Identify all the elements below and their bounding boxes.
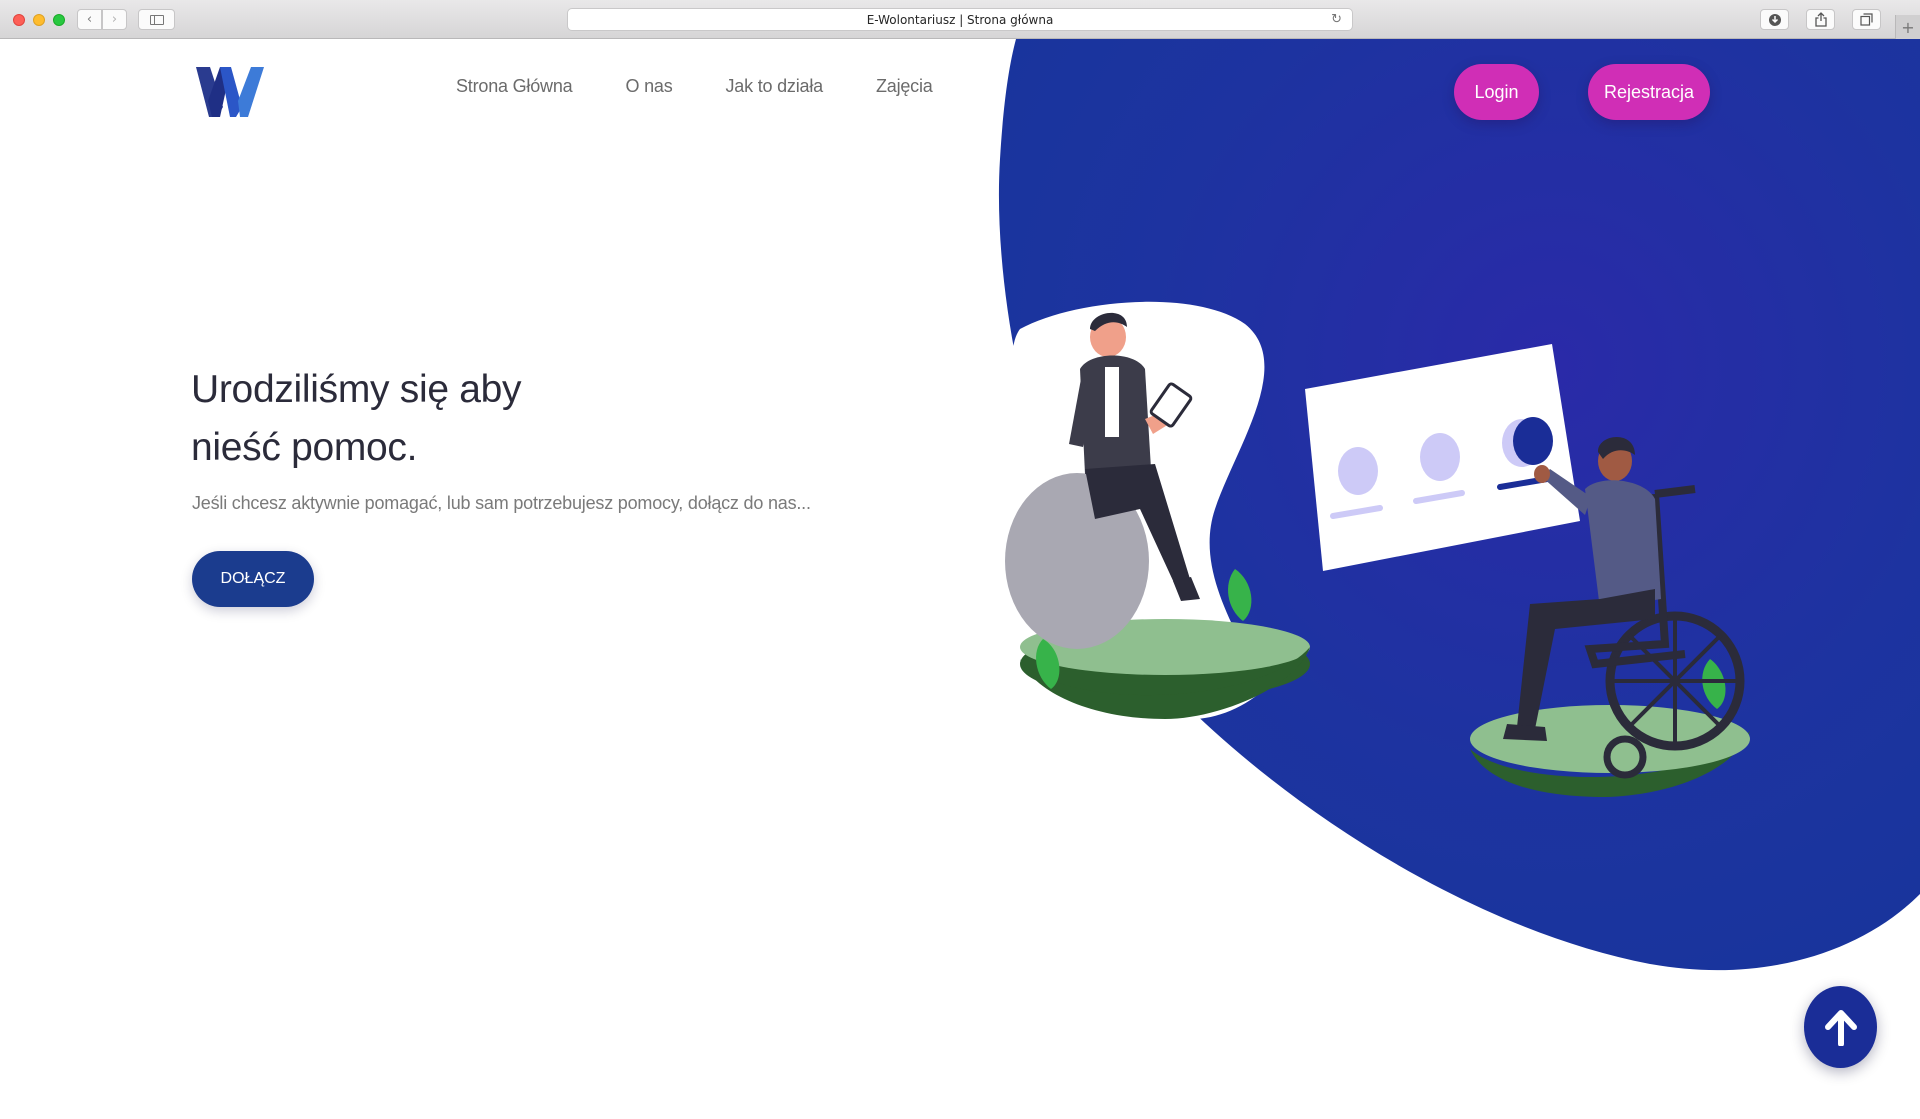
page-viewport: Strona Główna O nas Jak to działa Zajęci…	[0, 39, 1920, 1119]
hero-title-line-2: nieść pomoc.	[191, 426, 418, 469]
nav-item-o-nas[interactable]: O nas	[625, 76, 672, 97]
main-nav: Strona Główna O nas Jak to działa Zajęci…	[456, 76, 933, 97]
nav-item-strona-glowna[interactable]: Strona Główna	[456, 76, 573, 97]
arrow-up-icon	[1824, 1010, 1857, 1046]
minimize-window-button[interactable]	[33, 14, 45, 26]
join-button[interactable]: DOŁĄCZ	[192, 551, 314, 607]
reload-icon[interactable]: ↻	[1331, 13, 1342, 27]
tabs-icon[interactable]	[1852, 9, 1881, 30]
chevron-left-icon[interactable]: ‹	[77, 9, 102, 30]
nav-item-zajecia[interactable]: Zajęcia	[876, 76, 933, 97]
nav-item-jak-to-dziala[interactable]: Jak to działa	[726, 76, 824, 97]
register-button[interactable]: Rejestracja	[1588, 64, 1710, 120]
close-window-button[interactable]	[13, 14, 25, 26]
download-icon[interactable]	[1760, 9, 1789, 30]
scroll-to-top-button[interactable]	[1804, 986, 1877, 1068]
hero-illustration	[1005, 301, 1750, 797]
sidebar-icon[interactable]	[138, 9, 175, 30]
maximize-window-button[interactable]	[53, 14, 65, 26]
plus-icon[interactable]: +	[1895, 15, 1920, 39]
address-bar[interactable]: E-Wolontariusz | Strona główna ↻	[567, 8, 1353, 31]
page-title: E-Wolontariusz | Strona główna	[866, 12, 1054, 27]
login-button[interactable]: Login	[1454, 64, 1539, 120]
hero-title: Urodziliśmy się aby nieść pomoc.	[191, 361, 711, 477]
hero-title-line-1: Urodziliśmy się aby	[191, 368, 522, 411]
browser-toolbar: ‹ › E-Wolontariusz | Strona główna ↻ +	[0, 0, 1920, 39]
hero-subtitle: Jeśli chcesz aktywnie pomagać, lub sam p…	[192, 493, 811, 513]
chevron-right-icon[interactable]: ›	[102, 9, 127, 30]
share-icon[interactable]	[1806, 9, 1835, 30]
w-logo-icon[interactable]	[194, 61, 266, 117]
